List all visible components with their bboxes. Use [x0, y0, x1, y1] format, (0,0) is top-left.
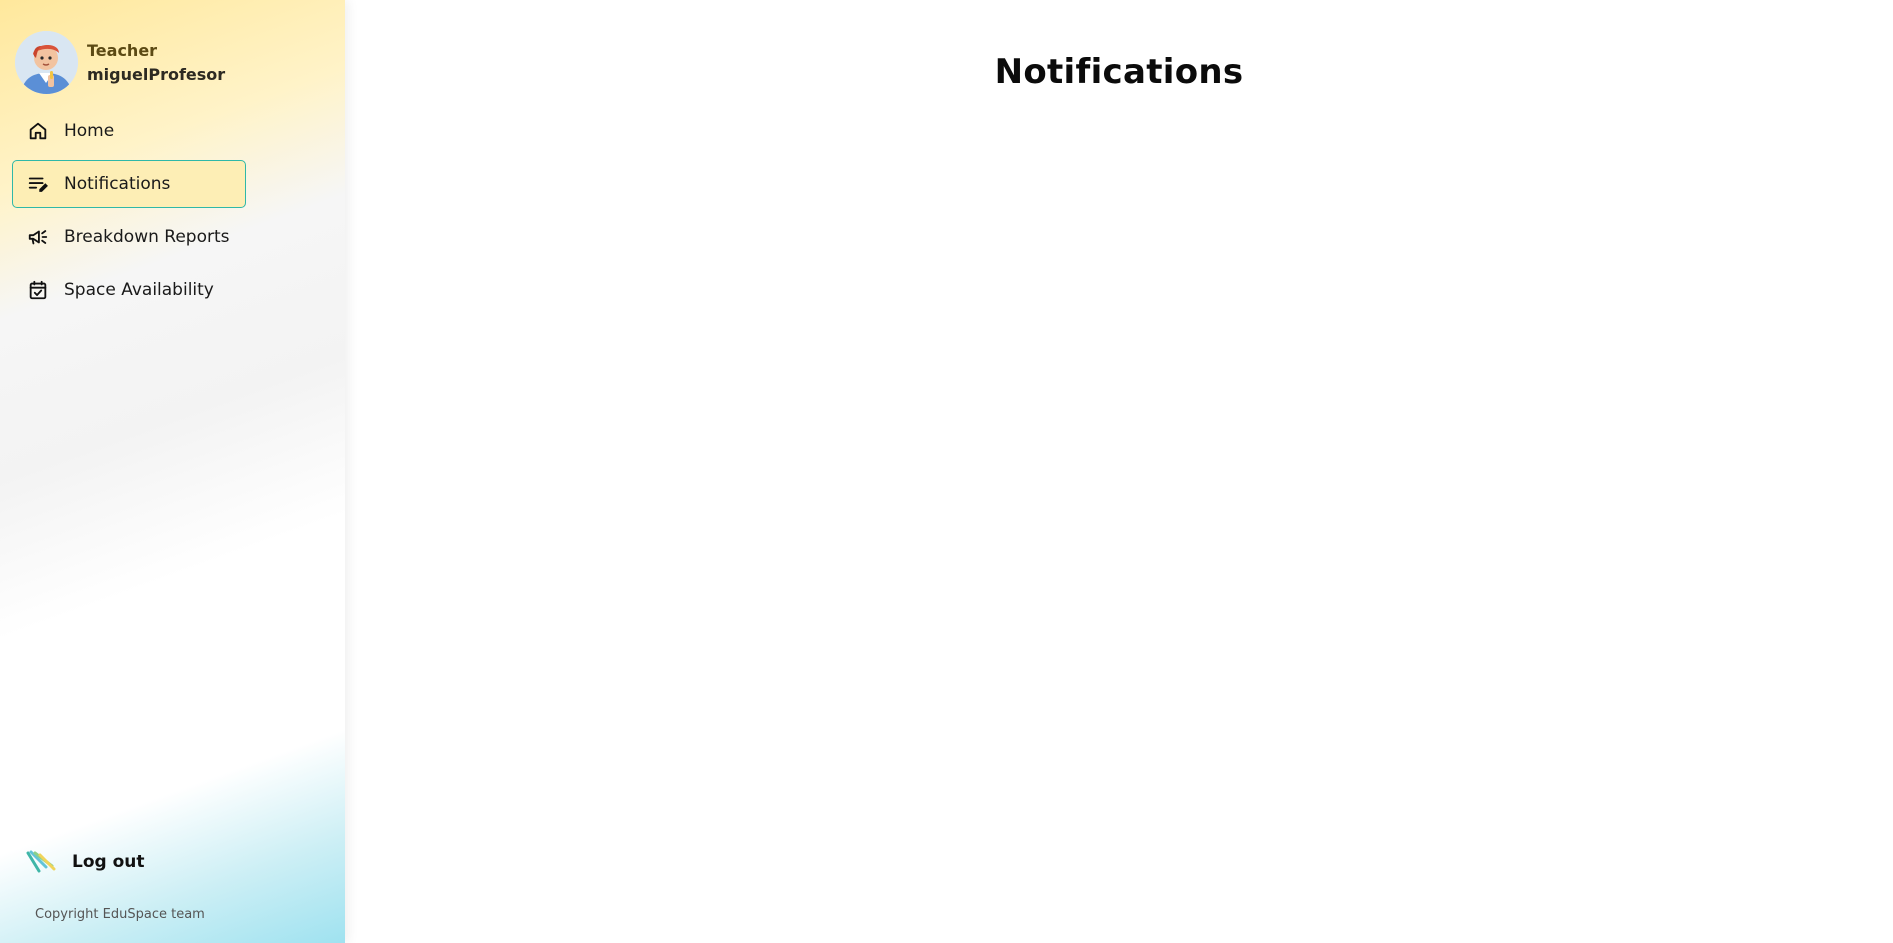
home-icon: [27, 120, 49, 142]
sidebar-item-home[interactable]: Home: [12, 107, 246, 155]
logout-label: Log out: [72, 852, 145, 872]
user-profile: Teacher miguelProfesor: [15, 31, 225, 94]
page-title: Notifications: [994, 52, 1244, 92]
megaphone-icon: [27, 226, 49, 248]
sidebar-item-label: Breakdown Reports: [64, 227, 230, 247]
sidebar: Teacher miguelProfesor Home Notification…: [0, 0, 345, 943]
sidebar-item-space-availability[interactable]: Space Availability: [12, 266, 246, 314]
copyright-text: Copyright EduSpace team: [35, 907, 205, 922]
sidebar-item-label: Notifications: [64, 174, 171, 194]
main-content: Notifications: [345, 0, 1893, 943]
sidebar-nav: Home Notifications Breakdown Reports Spa…: [12, 107, 247, 319]
calendar-check-icon: [27, 279, 49, 301]
edit-list-icon: [27, 173, 49, 195]
sidebar-item-notifications[interactable]: Notifications: [12, 160, 247, 208]
sidebar-item-label: Space Availability: [64, 280, 214, 300]
sidebar-item-label: Home: [64, 121, 115, 141]
logout-button[interactable]: Log out: [26, 849, 145, 875]
avatar: [15, 31, 78, 94]
stripes-logo-icon: [26, 849, 56, 875]
app-window: Teacher miguelProfesor Home Notification…: [0, 0, 1893, 943]
user-role: Teacher: [87, 40, 158, 60]
user-name: miguelProfesor: [87, 64, 226, 84]
sidebar-item-breakdown-reports[interactable]: Breakdown Reports: [12, 213, 246, 261]
